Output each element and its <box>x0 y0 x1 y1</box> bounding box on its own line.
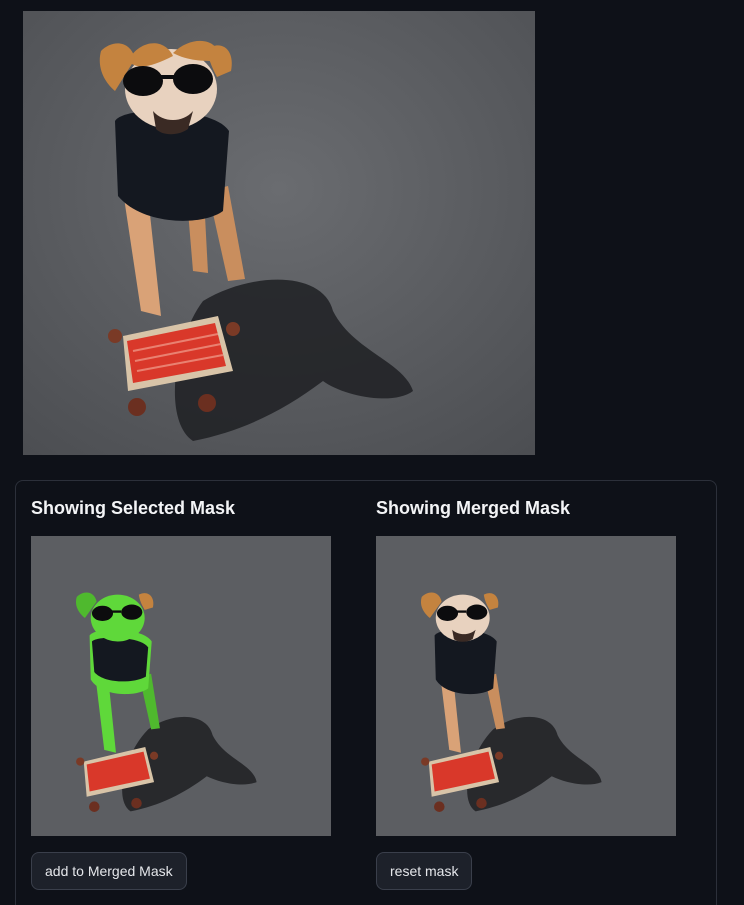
merged-mask-preview <box>376 536 676 836</box>
app-page: Showing Selected Mask add to Merged Mask… <box>0 0 744 905</box>
source-image[interactable] <box>23 11 535 455</box>
selected-mask-title: Showing Selected Mask <box>31 498 236 518</box>
dog-skateboard-photo <box>23 11 535 455</box>
selected-mask-preview <box>31 536 331 836</box>
mask-panel: Showing Selected Mask add to Merged Mask… <box>15 480 717 905</box>
selected-mask-image <box>31 536 331 836</box>
reset-mask-button[interactable]: reset mask <box>376 852 473 890</box>
add-to-merged-mask-button[interactable]: add to Merged Mask <box>31 852 187 890</box>
merged-mask-image <box>376 536 676 836</box>
merged-mask-title: Showing Merged Mask <box>376 498 571 518</box>
